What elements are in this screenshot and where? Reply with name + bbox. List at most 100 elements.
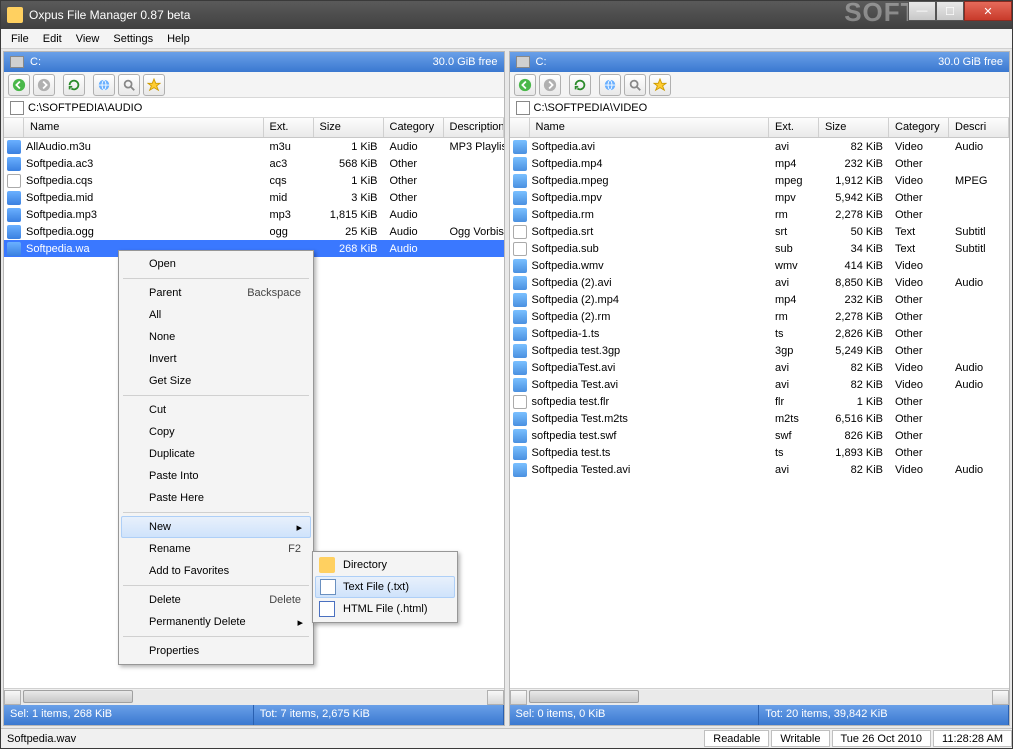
file-row[interactable]: Softpedia Tested.aviavi82 KiBVideoAudio <box>510 461 1010 478</box>
scroll-thumb[interactable] <box>529 690 639 703</box>
ctx-duplicate[interactable]: Duplicate <box>121 443 311 465</box>
globe-button[interactable] <box>599 74 621 96</box>
back-button[interactable] <box>514 74 536 96</box>
file-row[interactable]: Softpedia (2).rmrm2,278 KiBOther <box>510 308 1010 325</box>
col-cat[interactable]: Category <box>384 118 444 137</box>
file-row[interactable]: Softpedia (2).mp4mp4232 KiBOther <box>510 291 1010 308</box>
ctx-new[interactable]: New▸ <box>121 516 311 538</box>
file-icon <box>513 174 527 188</box>
file-row[interactable]: Softpedia.ac3ac3568 KiBOther <box>4 155 504 172</box>
file-row[interactable]: Softpedia.mpvmpv5,942 KiBOther <box>510 189 1010 206</box>
ctx-properties[interactable]: Properties <box>121 640 311 662</box>
path-checkbox[interactable] <box>10 101 24 115</box>
col-desc[interactable]: Descri <box>949 118 1009 137</box>
ctx-all[interactable]: All <box>121 304 311 326</box>
minimize-button[interactable]: — <box>908 1 936 21</box>
ctx-cut[interactable]: Cut <box>121 399 311 421</box>
file-row[interactable]: Softpedia.srtsrt50 KiBTextSubtitl <box>510 223 1010 240</box>
file-cat: Audio <box>384 243 444 255</box>
file-row[interactable]: Softpedia.mp4mp4232 KiBOther <box>510 155 1010 172</box>
scroll-thumb[interactable] <box>23 690 133 703</box>
refresh-button[interactable] <box>63 74 85 96</box>
col-ext[interactable]: Ext. <box>769 118 819 137</box>
forward-button[interactable] <box>33 74 55 96</box>
ctx-permanently-delete[interactable]: Permanently Delete▸ <box>121 611 311 633</box>
file-row[interactable]: Softpedia.rmrm2,278 KiBOther <box>510 206 1010 223</box>
right-filelist[interactable]: Softpedia.aviavi82 KiBVideoAudioSoftpedi… <box>510 138 1010 688</box>
col-name[interactable]: Name <box>24 118 264 137</box>
right-hscrollbar[interactable] <box>510 688 1010 705</box>
left-hscrollbar[interactable] <box>4 688 504 705</box>
back-button[interactable] <box>8 74 30 96</box>
file-row[interactable]: Softpedia.midmid3 KiBOther <box>4 189 504 206</box>
file-name: Softpedia.mpeg <box>530 175 770 187</box>
left-drivebar[interactable]: C:30.0 GiB free <box>4 52 504 72</box>
file-desc: Audio <box>949 379 1009 391</box>
search-button[interactable] <box>624 74 646 96</box>
ctx-paste-into[interactable]: Paste Into <box>121 465 311 487</box>
file-row[interactable]: Softpedia Test.aviavi82 KiBVideoAudio <box>510 376 1010 393</box>
path-checkbox[interactable] <box>516 101 530 115</box>
file-row[interactable]: Softpedia.subsub34 KiBTextSubtitl <box>510 240 1010 257</box>
ctx-open[interactable]: Open <box>121 253 311 275</box>
col-size[interactable]: Size <box>314 118 384 137</box>
favorite-button[interactable] <box>143 74 165 96</box>
globe-button[interactable] <box>93 74 115 96</box>
file-size: 1 KiB <box>819 396 889 408</box>
file-row[interactable]: softpedia test.flrflr1 KiBOther <box>510 393 1010 410</box>
file-row[interactable]: Softpedia.mpegmpeg1,912 KiBVideoMPEG <box>510 172 1010 189</box>
ctx-none[interactable]: None <box>121 326 311 348</box>
col-desc[interactable]: Description <box>444 118 504 137</box>
file-row[interactable]: SoftpediaTest.aviavi82 KiBVideoAudio <box>510 359 1010 376</box>
scroll-left-button[interactable] <box>510 690 527 705</box>
file-size: 82 KiB <box>819 141 889 153</box>
col-ext[interactable]: Ext. <box>264 118 314 137</box>
file-row[interactable]: Softpedia.mp3mp31,815 KiBAudio <box>4 206 504 223</box>
close-button[interactable]: ✕ <box>964 1 1012 21</box>
ctx-add-to-favorites[interactable]: Add to Favorites <box>121 560 311 582</box>
submenu-text-file-txt-[interactable]: Text File (.txt) <box>315 576 455 598</box>
file-row[interactable]: Softpedia Test.m2tsm2ts6,516 KiBOther <box>510 410 1010 427</box>
submenu-directory[interactable]: Directory <box>315 554 455 576</box>
ctx-delete[interactable]: DeleteDelete <box>121 589 311 611</box>
submenu-html-file-html-[interactable]: HTML File (.html) <box>315 598 455 620</box>
ctx-get-size[interactable]: Get Size <box>121 370 311 392</box>
maximize-button[interactable]: ☐ <box>936 1 964 21</box>
file-desc: Audio <box>949 362 1009 374</box>
file-row[interactable]: Softpedia (2).aviavi8,850 KiBVideoAudio <box>510 274 1010 291</box>
ctx-parent[interactable]: ParentBackspace <box>121 282 311 304</box>
file-icon <box>513 344 527 358</box>
menu-help[interactable]: Help <box>161 31 196 47</box>
search-button[interactable] <box>118 74 140 96</box>
ctx-invert[interactable]: Invert <box>121 348 311 370</box>
scroll-left-button[interactable] <box>4 690 21 705</box>
favorite-button[interactable] <box>649 74 671 96</box>
ctx-paste-here[interactable]: Paste Here <box>121 487 311 509</box>
file-row[interactable]: Softpedia.aviavi82 KiBVideoAudio <box>510 138 1010 155</box>
col-name[interactable]: Name <box>530 118 770 137</box>
ctx-rename[interactable]: RenameF2 <box>121 538 311 560</box>
menu-file[interactable]: File <box>5 31 35 47</box>
scroll-right-button[interactable] <box>992 690 1009 705</box>
menu-settings[interactable]: Settings <box>107 31 159 47</box>
file-row[interactable]: Softpedia.cqscqs1 KiBOther <box>4 172 504 189</box>
ctx-copy[interactable]: Copy <box>121 421 311 443</box>
titlebar[interactable]: Oxpus File Manager 0.87 beta SOFTPEDIA —… <box>1 1 1012 29</box>
file-row[interactable]: Softpedia test.tsts1,893 KiBOther <box>510 444 1010 461</box>
file-name: Softpedia Tested.avi <box>530 464 770 476</box>
right-drivebar[interactable]: C:30.0 GiB free <box>510 52 1010 72</box>
menu-edit[interactable]: Edit <box>37 31 68 47</box>
refresh-button[interactable] <box>569 74 591 96</box>
file-row[interactable]: Softpedia test.3gp3gp5,249 KiBOther <box>510 342 1010 359</box>
file-row[interactable]: AllAudio.m3um3u1 KiBAudioMP3 Playlis <box>4 138 504 155</box>
menu-view[interactable]: View <box>70 31 106 47</box>
file-row[interactable]: softpedia test.swfswf826 KiBOther <box>510 427 1010 444</box>
scroll-right-button[interactable] <box>487 690 504 705</box>
forward-button[interactable] <box>539 74 561 96</box>
col-size[interactable]: Size <box>819 118 889 137</box>
status-time: 11:28:28 AM <box>933 730 1012 747</box>
col-cat[interactable]: Category <box>889 118 949 137</box>
file-row[interactable]: Softpedia-1.tsts2,826 KiBOther <box>510 325 1010 342</box>
file-row[interactable]: Softpedia.oggogg25 KiBAudioOgg Vorbis <box>4 223 504 240</box>
file-row[interactable]: Softpedia.wmvwmv414 KiBVideo <box>510 257 1010 274</box>
